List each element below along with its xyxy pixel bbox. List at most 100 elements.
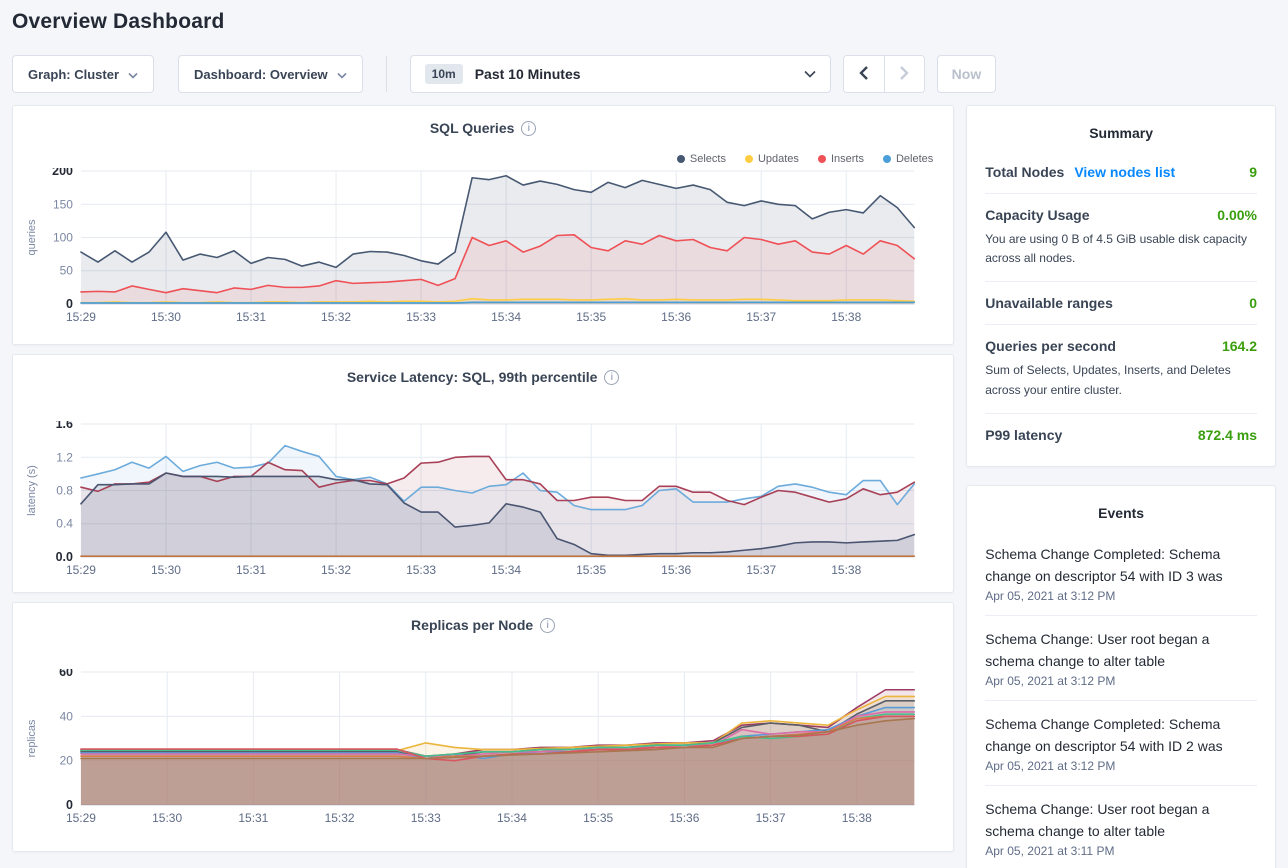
event-message: Schema Change Completed: Schema change o… (985, 543, 1257, 587)
event-item[interactable]: Schema Change: User root began a schema … (985, 785, 1257, 868)
legend-item-deletes[interactable]: Deletes (883, 153, 933, 165)
svg-text:200: 200 (52, 168, 73, 178)
svg-text:15:37: 15:37 (756, 811, 786, 825)
dashboard-dropdown-label: Dashboard: Overview (194, 67, 328, 82)
queries-per-second-value: 164.2 (1222, 338, 1257, 354)
overview-dashboard-page: Overview Dashboard Graph: Cluster Dashbo… (0, 0, 1288, 93)
chevron-right-icon (899, 66, 909, 83)
svg-text:15:30: 15:30 (151, 563, 181, 577)
svg-text:0.8: 0.8 (56, 484, 73, 498)
svg-text:15:30: 15:30 (151, 310, 181, 324)
summary-row-p99-latency: P99 latency 872.4 ms (985, 413, 1257, 456)
legend-item-inserts[interactable]: Inserts (818, 153, 864, 165)
time-prev-button[interactable] (844, 56, 884, 92)
legend-dot-icon (745, 155, 753, 163)
svg-text:20: 20 (60, 754, 74, 768)
event-timestamp: Apr 05, 2021 at 3:12 PM (985, 674, 1257, 688)
svg-text:15:36: 15:36 (669, 811, 699, 825)
svg-text:15:33: 15:33 (406, 310, 436, 324)
svg-text:15:36: 15:36 (661, 563, 691, 577)
svg-text:0.4: 0.4 (56, 517, 73, 531)
svg-text:15:34: 15:34 (491, 310, 521, 324)
service-latency-title: Service Latency: SQL, 99th percentile (347, 369, 598, 385)
svg-text:15:33: 15:33 (411, 811, 441, 825)
sql-queries-chart-card: SQL Queries i Selects Updates Inserts Delete… (12, 105, 954, 345)
svg-text:1.2: 1.2 (56, 450, 73, 464)
time-range-label: Past 10 Minutes (475, 66, 804, 82)
svg-text:15:31: 15:31 (238, 811, 268, 825)
svg-text:15:35: 15:35 (576, 563, 606, 577)
series-areas (81, 176, 914, 304)
toolbar-divider (386, 56, 387, 92)
charts-column: SQL Queries i Selects Updates Inserts Delete… (12, 105, 954, 852)
chart-title: Replicas per Node i (13, 617, 953, 633)
event-message: Schema Change: User root began a schema … (985, 628, 1257, 672)
graph-dropdown[interactable]: Graph: Cluster (12, 55, 154, 93)
chevron-down-icon (337, 67, 347, 82)
legend-dot-icon (818, 155, 826, 163)
info-icon[interactable]: i (604, 370, 619, 385)
svg-text:15:37: 15:37 (746, 563, 776, 577)
svg-text:0: 0 (66, 297, 73, 311)
event-timestamp: Apr 05, 2021 at 3:12 PM (985, 759, 1257, 773)
chart-canvas[interactable]: 05010015020015:2915:3015:3115:3215:3315:… (19, 168, 947, 326)
event-message: Schema Change Completed: Schema change o… (985, 713, 1257, 757)
summary-card: Summary Total Nodes View nodes list 9 Ca… (966, 105, 1276, 467)
svg-text:15:34: 15:34 (497, 811, 527, 825)
time-next-button[interactable] (884, 56, 924, 92)
now-button[interactable]: Now (937, 55, 997, 93)
svg-text:1.6: 1.6 (56, 421, 73, 431)
page-title: Overview Dashboard (12, 10, 1276, 34)
summary-row-capacity-usage: Capacity Usage 0.00% You are using 0 B o… (985, 193, 1257, 281)
event-item[interactable]: Schema Change Completed: Schema change o… (985, 531, 1257, 615)
svg-text:0.0: 0.0 (56, 550, 73, 564)
svg-text:100: 100 (53, 231, 73, 245)
svg-text:15:32: 15:32 (321, 310, 351, 324)
service-latency-chart[interactable]: 0.00.40.81.21.615:2915:3015:3115:3215:33… (19, 421, 947, 579)
dashboard-dropdown[interactable]: Dashboard: Overview (178, 55, 363, 93)
chevron-down-icon (804, 65, 816, 83)
view-nodes-list-link[interactable]: View nodes list (1074, 164, 1175, 180)
chevron-left-icon (859, 66, 869, 83)
sql-queries-title: SQL Queries (430, 120, 515, 136)
sql-queries-legend: Selects Updates Inserts Deletes (677, 153, 933, 165)
capacity-usage-label: Capacity Usage (985, 207, 1089, 223)
total-nodes-value: 9 (1249, 164, 1257, 180)
legend-item-selects[interactable]: Selects (677, 153, 726, 165)
legend-label: Updates (758, 153, 799, 165)
time-range-picker[interactable]: 10m Past 10 Minutes (410, 55, 831, 93)
graph-dropdown-label: Graph: Cluster (28, 67, 119, 82)
event-item[interactable]: Schema Change Completed: Schema change o… (985, 700, 1257, 785)
summary-row-total-nodes: Total Nodes View nodes list 9 (985, 151, 1257, 193)
svg-text:15:29: 15:29 (66, 310, 96, 324)
svg-text:replicas: replicas (26, 719, 38, 757)
toolbar: Graph: Cluster Dashboard: Overview 10m P… (12, 55, 1276, 93)
legend-item-updates[interactable]: Updates (745, 153, 799, 165)
sql-queries-chart[interactable]: 05010015020015:2915:3015:3115:3215:3315:… (19, 168, 947, 326)
chart-canvas[interactable]: 0.00.40.81.21.615:2915:3015:3115:3215:33… (19, 421, 947, 579)
replicas-per-node-chart-card: Replicas per Nodei 020406015:2915:3015:3… (12, 602, 954, 852)
summary-title: Summary (985, 121, 1257, 151)
svg-text:15:35: 15:35 (576, 310, 606, 324)
svg-text:15:38: 15:38 (831, 563, 861, 577)
svg-text:15:35: 15:35 (583, 811, 613, 825)
replicas-per-node-title: Replicas per Node (411, 617, 533, 633)
svg-text:15:30: 15:30 (152, 811, 182, 825)
main-content: SQL Queries i Selects Updates Inserts Delete… (0, 93, 1288, 868)
chart-canvas[interactable]: 020406015:2915:3015:3115:3215:3315:3415:… (19, 669, 947, 827)
info-icon[interactable]: i (521, 121, 536, 136)
info-icon[interactable]: i (540, 618, 555, 633)
capacity-usage-desc: You are using 0 B of 4.5 GiB usable disk… (985, 230, 1257, 268)
svg-text:15:29: 15:29 (66, 563, 96, 577)
svg-text:50: 50 (60, 264, 74, 278)
event-item[interactable]: Schema Change: User root began a schema … (985, 615, 1257, 700)
p99-latency-label: P99 latency (985, 427, 1062, 443)
svg-text:latency (s): latency (s) (26, 465, 38, 516)
series-areas (81, 446, 914, 557)
total-nodes-label: Total Nodes (985, 164, 1064, 180)
replicas-per-node-chart[interactable]: 020406015:2915:3015:3115:3215:3315:3415:… (19, 669, 947, 827)
svg-text:15:36: 15:36 (661, 310, 691, 324)
series-areas (81, 690, 914, 805)
events-card: Events Schema Change Completed: Schema c… (966, 485, 1276, 868)
svg-text:15:29: 15:29 (66, 811, 96, 825)
